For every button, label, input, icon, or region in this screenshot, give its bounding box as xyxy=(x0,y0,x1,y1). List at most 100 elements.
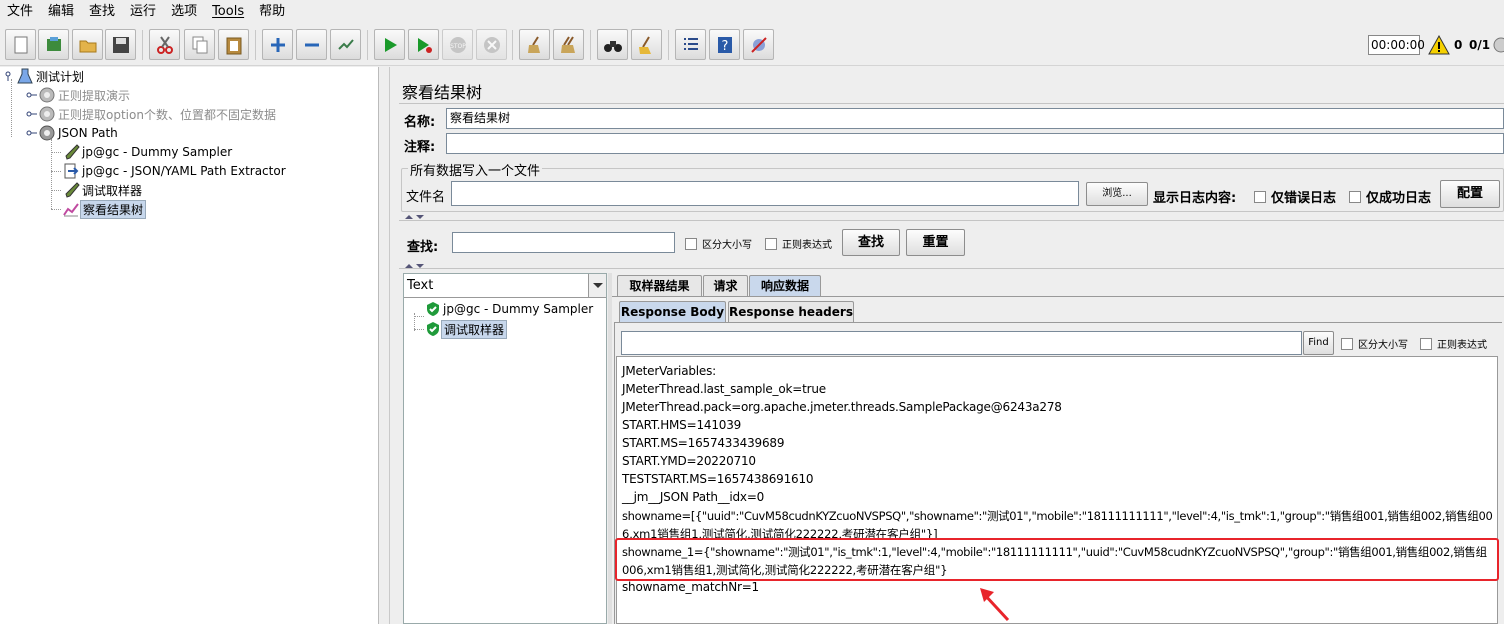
menu-edit[interactable]: 编辑 xyxy=(41,0,82,24)
tree-toggle-icon[interactable] xyxy=(26,108,38,120)
tree-item-label: jp@gc - JSON/YAML Path Extractor xyxy=(82,164,286,178)
tab-sampler-result[interactable]: 取样器结果 xyxy=(617,275,702,296)
results-splitter[interactable] xyxy=(608,273,612,624)
new-button[interactable] xyxy=(5,29,36,60)
response-line: showname=[{"uuid":"CuvM58cudnKYZcuoNVSPS… xyxy=(622,509,1493,523)
tree-item-json-path[interactable]: JSON Path xyxy=(26,124,120,142)
search-case-checkbox[interactable]: 区分大小写 xyxy=(685,236,752,251)
menu-options[interactable]: 选项 xyxy=(164,0,205,24)
scissors-icon xyxy=(157,36,173,54)
errors-only-label: 仅错误日志 xyxy=(1271,191,1337,206)
toggle-icon xyxy=(338,39,354,50)
menu-search[interactable]: 查找 xyxy=(82,0,123,24)
tree-item-debug-sampler[interactable]: 调试取样器 xyxy=(62,181,144,199)
search-input[interactable] xyxy=(452,232,675,253)
tree-toggle-icon[interactable] xyxy=(26,89,38,101)
tree-toggle-icon[interactable] xyxy=(26,127,38,139)
start-button[interactable] xyxy=(374,29,405,60)
response-line: __jm__JSON Path__idx=0 xyxy=(622,490,765,504)
errors-only-checkbox[interactable]: 仅错误日志 xyxy=(1254,187,1336,206)
reset-search-button[interactable] xyxy=(631,29,662,60)
tree-item-dummy-sampler[interactable]: jp@gc - Dummy Sampler xyxy=(62,143,234,161)
tree-splitter[interactable] xyxy=(380,67,390,624)
comment-field[interactable] xyxy=(446,133,1504,154)
search-label: 查找: xyxy=(407,240,439,255)
tree-root-label: 测试计划 xyxy=(36,69,85,84)
result-item-label: jp@gc - Dummy Sampler xyxy=(443,302,594,316)
open-button[interactable] xyxy=(72,29,103,60)
renderer-dropdown-button[interactable] xyxy=(588,274,606,297)
search-button[interactable] xyxy=(597,29,628,60)
menu-run[interactable]: 运行 xyxy=(123,0,164,24)
configure-button[interactable]: 配置 xyxy=(1440,180,1500,208)
tree-item-regex-option[interactable]: 正则提取option个数、位置都不固定数据 xyxy=(26,105,278,123)
warning-icon[interactable] xyxy=(1428,35,1450,55)
response-regex-checkbox[interactable]: 正则表达式 xyxy=(1420,336,1487,351)
expand-all-button[interactable] xyxy=(262,29,293,60)
panel-title: 察看结果树 xyxy=(402,83,483,102)
copy-button[interactable] xyxy=(184,29,215,60)
file-name-input[interactable] xyxy=(451,181,1079,206)
function-helper-button[interactable] xyxy=(675,29,706,60)
folder-open-icon xyxy=(79,40,97,53)
file-name-label: 文件名 xyxy=(406,190,446,205)
subtab-response-body[interactable]: Response Body xyxy=(619,301,726,322)
highlight-box xyxy=(615,538,1499,581)
subtab-response-headers[interactable]: Response headers xyxy=(728,301,854,322)
name-field[interactable]: 察看结果树 xyxy=(446,108,1504,129)
search-regex-checkbox[interactable]: 正则表达式 xyxy=(765,236,832,251)
templates-button[interactable] xyxy=(38,29,69,60)
success-only-checkbox[interactable]: 仅成功日志 xyxy=(1349,187,1431,206)
remote-button[interactable] xyxy=(743,29,774,60)
tab-request[interactable]: 请求 xyxy=(703,275,748,296)
test-plan-icon xyxy=(17,68,33,84)
sampler-pipette-icon xyxy=(65,182,80,198)
play-no-timers-icon xyxy=(418,38,432,53)
reset-button[interactable]: 重置 xyxy=(906,229,965,256)
save-icon xyxy=(113,37,129,53)
paste-button[interactable] xyxy=(218,29,249,60)
response-search-input[interactable] xyxy=(621,331,1302,355)
cut-button[interactable] xyxy=(149,29,180,60)
tree-item-label: 正则提取option个数、位置都不固定数据 xyxy=(58,107,276,122)
start-no-pause-button[interactable] xyxy=(408,29,439,60)
find-button[interactable]: 查找 xyxy=(842,229,900,256)
tree-item-json-extractor[interactable]: jp@gc - JSON/YAML Path Extractor xyxy=(62,162,288,180)
tree-item-label: 察看结果树 xyxy=(80,199,147,219)
toolbar: STOP ? xyxy=(0,24,1504,66)
tab-response-data[interactable]: 响应数据 xyxy=(749,275,821,297)
clear-all-button[interactable] xyxy=(553,29,584,60)
collapse-all-button[interactable] xyxy=(296,29,327,60)
file-group-title: 所有数据写入一个文件 xyxy=(408,160,543,179)
success-shield-icon xyxy=(427,322,439,336)
reset-search-icon xyxy=(639,36,651,54)
renderer-value: Text xyxy=(407,278,434,293)
tree-root[interactable]: 测试计划 xyxy=(4,67,86,85)
tree-item-regex-demo[interactable]: 正则提取演示 xyxy=(26,86,132,104)
tree-toggle-icon[interactable] xyxy=(4,70,16,82)
renderer-select[interactable]: Text xyxy=(404,274,606,298)
search-regex-label: 正则表达式 xyxy=(782,240,832,251)
response-line: START.HMS=141039 xyxy=(622,418,742,432)
browse-button[interactable]: 浏览... xyxy=(1086,182,1148,206)
response-find-button[interactable]: Find xyxy=(1303,331,1334,355)
list-icon xyxy=(684,38,698,50)
stop-button[interactable]: STOP xyxy=(442,29,473,60)
tree-item-view-results[interactable]: 察看结果树 xyxy=(62,199,147,219)
menu-file[interactable]: 文件 xyxy=(0,0,41,24)
response-case-checkbox[interactable]: 区分大小写 xyxy=(1341,336,1408,351)
thread-group-gear-icon xyxy=(39,106,55,122)
menu-tools[interactable]: Tools xyxy=(205,0,252,24)
plus-icon xyxy=(271,38,285,52)
toggle-button[interactable] xyxy=(330,29,361,60)
help-button[interactable]: ? xyxy=(709,29,740,60)
save-button[interactable] xyxy=(105,29,136,60)
splitter-arrows-icon[interactable] xyxy=(404,213,426,220)
result-item-debug[interactable]: 调试取样器 xyxy=(425,319,508,339)
clear-button[interactable] xyxy=(519,29,550,60)
menu-bar: 文件 编辑 查找 运行 选项 Tools 帮助 xyxy=(0,0,1504,24)
thread-group-gear-icon xyxy=(39,87,55,103)
shutdown-button[interactable] xyxy=(476,29,507,60)
result-item-dummy[interactable]: jp@gc - Dummy Sampler xyxy=(425,300,595,318)
menu-help[interactable]: 帮助 xyxy=(252,0,293,24)
